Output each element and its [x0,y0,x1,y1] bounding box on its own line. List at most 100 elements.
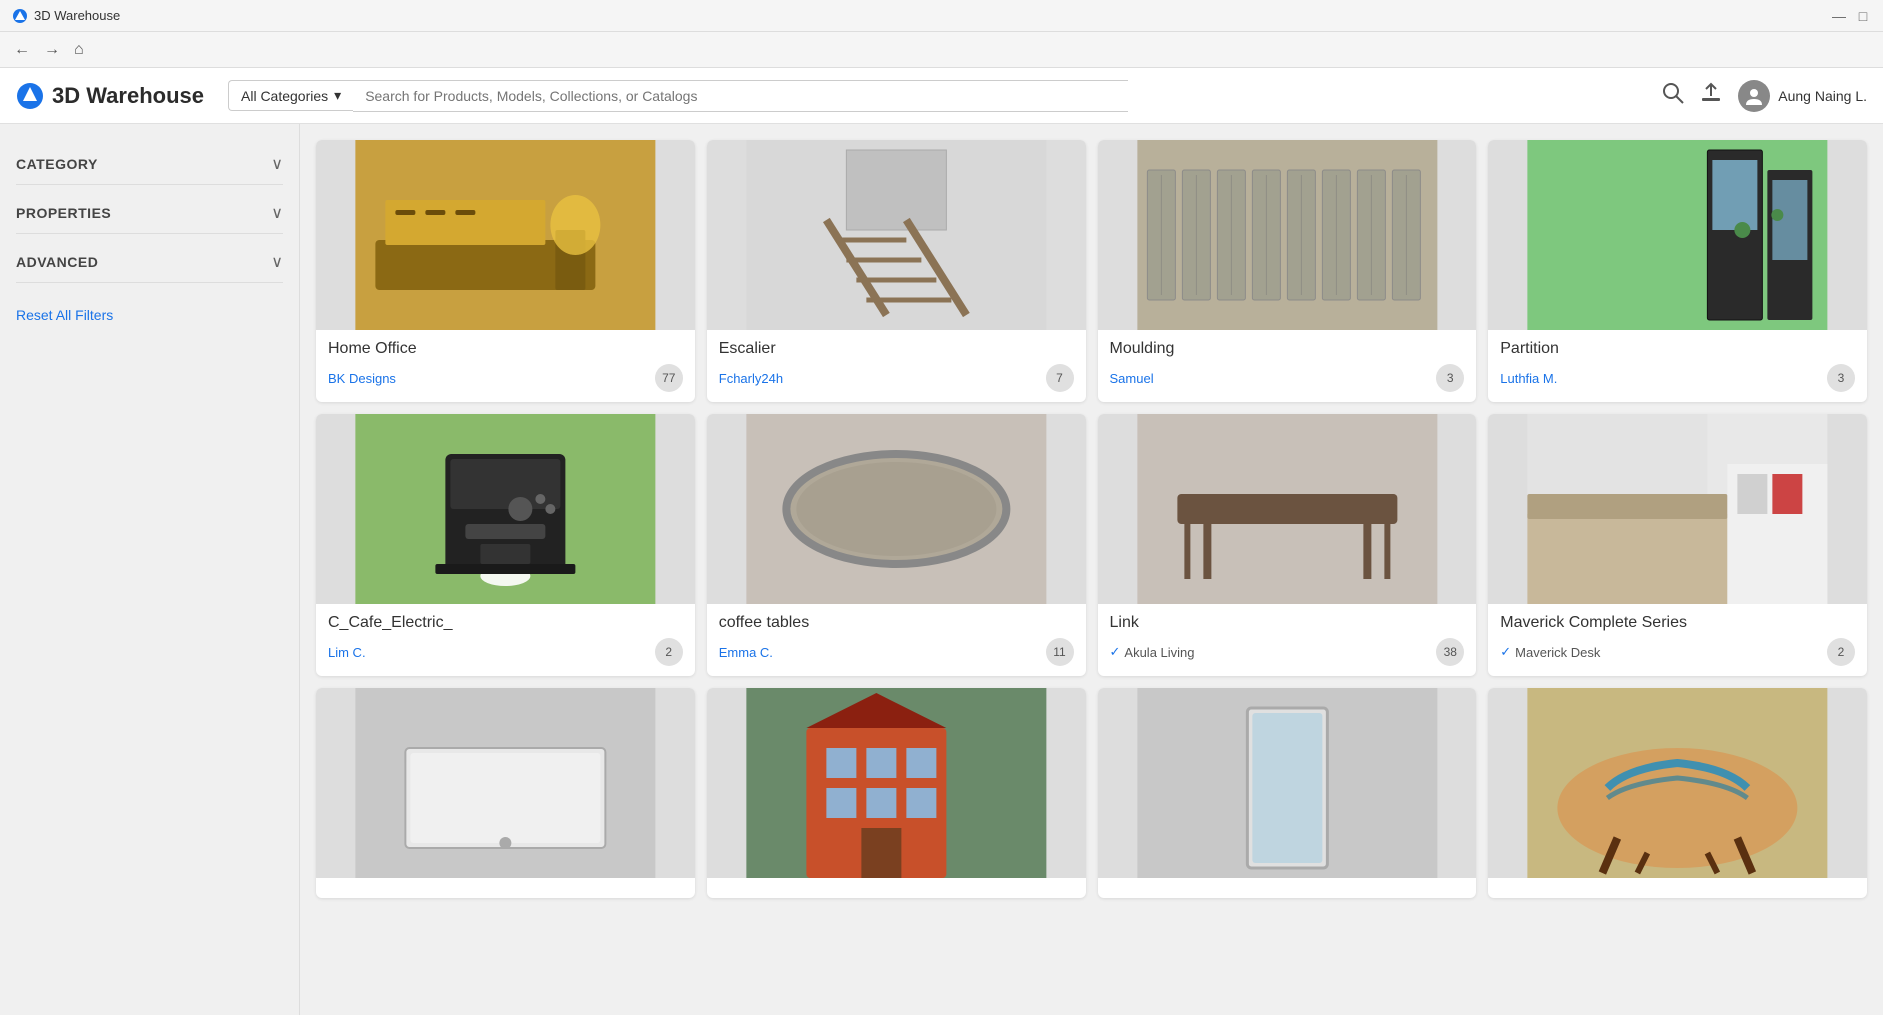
category-dropdown-label: All Categories [241,88,328,104]
card-count-cafe-electric: 2 [655,638,683,666]
user-icon [1743,85,1765,107]
filter-category-header[interactable]: CATEGORY ∨ [16,144,283,185]
header-actions: Aung Naing L. [1662,80,1867,112]
sidebar: CATEGORY ∨ PROPERTIES ∨ ADVANCED ∨ Reset… [0,124,300,1015]
card-body-home-office: Home Office BK Designs 77 [316,330,695,402]
filter-category-chevron: ∨ [271,154,283,174]
search-icon [1662,82,1684,104]
minimize-button[interactable]: — [1831,8,1847,24]
card-image-shower [316,688,695,878]
card-moulding[interactable]: Moulding Samuel 3 [1098,140,1477,402]
card-count-moulding: 3 [1436,364,1464,392]
card-count-coffee-tables: 11 [1046,638,1074,666]
upload-icon [1700,82,1722,104]
card-escalier[interactable]: Escalier Fcharly24h 7 [707,140,1086,402]
card-author-moulding: Samuel [1110,371,1154,386]
card-body-coffee-tables: coffee tablesEmma C.11 [707,604,1086,676]
card-verified-maverick: ✓ Maverick Desk [1500,644,1600,660]
chevron-down-icon: ▾ [334,87,341,104]
card-body-cafe-electric: C_Cafe_Electric_ Lim C. 2 [316,604,695,676]
card-title-escalier: Escalier [719,340,1074,358]
card-author-partition: Luthfia M. [1500,371,1557,386]
card-body-moulding: Moulding Samuel 3 [1098,330,1477,402]
card-shower[interactable] [316,688,695,898]
card-image-wood-table [1488,688,1867,878]
card-count-escalier: 7 [1046,364,1074,392]
card-body-mirror [1098,878,1477,898]
card-image-escalier [707,140,1086,330]
card-body-partition: PartitionLuthfia M.3 [1488,330,1867,402]
card-link[interactable]: Link✓Akula Living38 [1098,414,1477,676]
user-area[interactable]: Aung Naing L. [1738,80,1867,112]
upload-button[interactable] [1700,82,1722,110]
card-author-cafe-electric: Lim C. [328,645,366,660]
search-button[interactable] [1662,82,1684,110]
card-title-cafe-electric: C_Cafe_Electric_ [328,614,683,632]
filter-category: CATEGORY ∨ [16,144,283,185]
card-meta-cafe-electric: Lim C. 2 [328,638,683,666]
card-image-cafe-electric [316,414,695,604]
card-verified-link: ✓Akula Living [1110,644,1195,660]
window-title: 3D Warehouse [34,8,120,23]
card-body-link: Link✓Akula Living38 [1098,604,1477,676]
card-cafe-electric[interactable]: C_Cafe_Electric_ Lim C. 2 [316,414,695,676]
check-icon: ✓ [1110,644,1121,660]
card-body-maverick: Maverick Complete Series ✓ Maverick Desk 2 [1488,604,1867,676]
reset-filters-link[interactable]: Reset All Filters [16,307,113,323]
card-author-link: Akula Living [1124,645,1194,660]
filter-properties-chevron: ∨ [271,203,283,223]
card-meta-link: ✓Akula Living38 [1110,638,1465,666]
card-meta-moulding: Samuel 3 [1110,364,1465,392]
card-count-maverick: 2 [1827,638,1855,666]
card-wood-table[interactable] [1488,688,1867,898]
card-author-escalier: Fcharly24h [719,371,783,386]
card-meta-escalier: Fcharly24h 7 [719,364,1074,392]
card-building[interactable] [707,688,1086,898]
user-name: Aung Naing L. [1778,88,1867,104]
card-home-office[interactable]: Home Office BK Designs 77 [316,140,695,402]
title-bar: 3D Warehouse — □ [0,0,1883,32]
card-partition[interactable]: PartitionLuthfia M.3 [1488,140,1867,402]
maximize-button[interactable]: □ [1855,8,1871,24]
search-area: All Categories ▾ [228,80,1128,112]
card-meta-maverick: ✓ Maverick Desk 2 [1500,638,1855,666]
filter-advanced-label: ADVANCED [16,254,98,270]
card-image-link [1098,414,1477,604]
card-count-home-office: 77 [655,364,683,392]
home-button[interactable]: ⌂ [70,39,88,61]
card-image-building [707,688,1086,878]
search-input[interactable] [353,80,1128,112]
app-icon [12,8,28,24]
forward-button[interactable]: → [40,39,64,61]
card-image-moulding [1098,140,1477,330]
card-body-shower [316,878,695,898]
check-icon: ✓ [1500,644,1511,660]
back-button[interactable]: ← [10,39,34,61]
card-title-moulding: Moulding [1110,340,1465,358]
category-dropdown[interactable]: All Categories ▾ [228,80,353,111]
card-meta-partition: Luthfia M. 3 [1500,364,1855,392]
card-image-maverick [1488,414,1867,604]
card-image-coffee-tables [707,414,1086,604]
header: 3D Warehouse All Categories ▾ [0,68,1883,124]
filter-advanced-header[interactable]: ADVANCED ∨ [16,242,283,283]
card-count-partition: 3 [1827,364,1855,392]
card-title-maverick: Maverick Complete Series [1500,614,1855,632]
card-image-partition [1488,140,1867,330]
card-author-maverick: Maverick Desk [1515,645,1600,660]
avatar [1738,80,1770,112]
card-author-home-office: BK Designs [328,371,396,386]
card-maverick[interactable]: Maverick Complete Series ✓ Maverick Desk 2 [1488,414,1867,676]
logo-icon [16,82,44,110]
card-author-coffee-tables: Emma C. [719,645,773,660]
card-body-escalier: Escalier Fcharly24h 7 [707,330,1086,402]
main-layout: CATEGORY ∨ PROPERTIES ∨ ADVANCED ∨ Reset… [0,124,1883,1015]
card-title-home-office: Home Office [328,340,683,358]
card-coffee-tables[interactable]: coffee tablesEmma C.11 [707,414,1086,676]
card-body-wood-table [1488,878,1867,898]
filter-properties-header[interactable]: PROPERTIES ∨ [16,193,283,234]
filter-properties-label: PROPERTIES [16,205,111,221]
card-image-mirror [1098,688,1477,878]
card-body-building [707,878,1086,898]
card-mirror[interactable] [1098,688,1477,898]
